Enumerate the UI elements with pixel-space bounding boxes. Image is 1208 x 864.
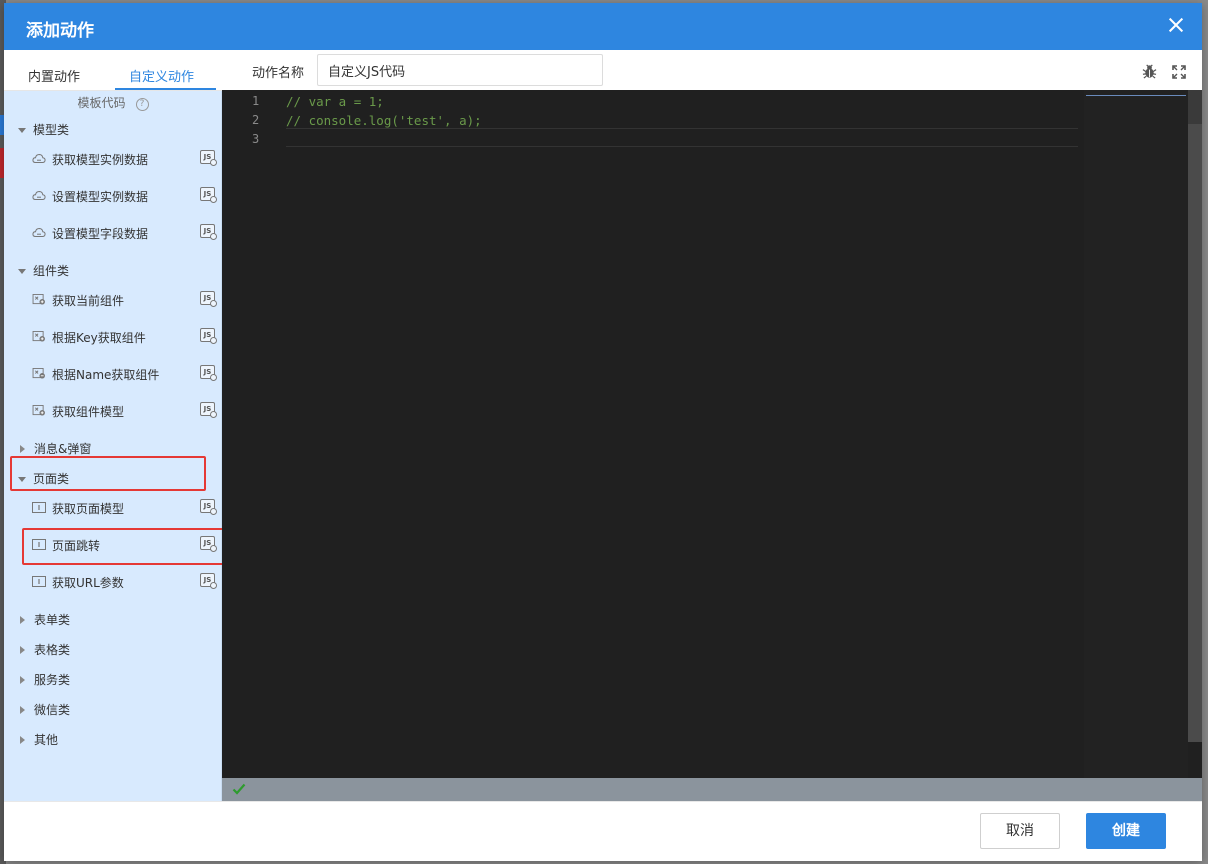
tree-item-label: 设置模型字段数据 xyxy=(52,227,149,241)
template-code-label: 模板代码 xyxy=(77,96,126,110)
category-label: 模型类 xyxy=(33,123,70,137)
action-name-bar: 动作名称 xyxy=(222,50,1202,90)
category-label: 消息&弹窗 xyxy=(34,442,92,456)
check-icon xyxy=(232,783,246,795)
tree-item-label: 获取当前组件 xyxy=(52,294,125,308)
expanded-caret-icon xyxy=(18,128,26,133)
js-template-icon[interactable]: JS xyxy=(200,328,217,344)
action-name-input[interactable] xyxy=(317,54,603,86)
category-service[interactable]: 服务类 xyxy=(18,671,70,688)
close-icon[interactable] xyxy=(1164,13,1188,37)
category-component[interactable]: 组件类 xyxy=(18,262,69,279)
component-icon xyxy=(32,368,45,379)
help-icon[interactable]: ? xyxy=(135,98,149,111)
cloud-icon xyxy=(32,153,46,163)
category-label: 其他 xyxy=(34,733,59,747)
tree-item-label: 获取模型实例数据 xyxy=(52,153,149,167)
tree-item-set-model-field[interactable]: 设置模型字段数据 JS xyxy=(30,222,220,248)
current-line-highlight xyxy=(286,128,1078,147)
component-icon xyxy=(32,405,45,416)
category-label: 表单类 xyxy=(34,613,71,627)
category-model[interactable]: 模型类 xyxy=(18,121,69,138)
collapsed-caret-icon xyxy=(20,445,25,453)
category-label: 组件类 xyxy=(33,264,70,278)
highlight-box-page-navigate xyxy=(22,528,236,565)
action-tabs: 内置动作 自定义动作 xyxy=(4,50,222,91)
tree-item-get-page-model[interactable]: 获取页面模型 JS xyxy=(30,497,220,523)
collapsed-caret-icon xyxy=(20,736,25,744)
editor-minimap[interactable] xyxy=(1084,90,1188,778)
js-template-icon[interactable]: JS xyxy=(200,402,217,418)
js-template-icon[interactable]: JS xyxy=(200,573,217,589)
category-table[interactable]: 表格类 xyxy=(18,641,70,658)
tab-custom-actions[interactable]: 自定义动作 xyxy=(129,66,194,85)
editor-status-bar xyxy=(222,778,1202,801)
add-action-dialog: 添加动作 内置动作 自定义动作 模板代码? 模型类 获取模型实例数据 JS 设置… xyxy=(4,3,1202,861)
dialog-header: 添加动作 xyxy=(4,3,1202,50)
component-icon xyxy=(32,294,45,305)
scrollbar-thumb[interactable] xyxy=(1188,124,1202,742)
code-editor[interactable]: 1 2 3 // var a = 1; // console.log('test… xyxy=(222,90,1202,778)
tab-builtin-actions[interactable]: 内置动作 xyxy=(28,66,80,85)
action-name-label: 动作名称 xyxy=(252,66,305,81)
category-other[interactable]: 其他 xyxy=(18,731,58,748)
tree-item-get-current-component[interactable]: 获取当前组件 JS xyxy=(30,289,220,315)
tree-item-get-url-params[interactable]: 获取URL参数 JS xyxy=(30,571,220,597)
category-message-popup[interactable]: 消息&弹窗 xyxy=(18,440,91,457)
js-template-icon[interactable]: JS xyxy=(200,150,217,166)
tree-item-label: 获取URL参数 xyxy=(52,576,124,590)
tree-item-set-model-instance[interactable]: 设置模型实例数据 JS xyxy=(30,185,220,211)
code-line[interactable]: // console.log('test', a); xyxy=(286,113,482,128)
template-code-header: 模板代码? xyxy=(4,94,222,111)
code-line[interactable]: // var a = 1; xyxy=(286,94,384,109)
tree-item-label: 根据Name获取组件 xyxy=(52,368,160,382)
category-wechat[interactable]: 微信类 xyxy=(18,701,70,718)
collapsed-caret-icon xyxy=(20,706,25,714)
tree-item-label: 获取组件模型 xyxy=(52,405,125,419)
page-icon xyxy=(32,502,46,513)
category-label: 服务类 xyxy=(34,673,71,687)
editor-vertical-scrollbar[interactable] xyxy=(1188,90,1202,742)
collapsed-caret-icon xyxy=(20,646,25,654)
line-number: 3 xyxy=(252,132,260,146)
js-template-icon[interactable]: JS xyxy=(200,187,217,203)
debug-bug-icon[interactable] xyxy=(1142,64,1157,79)
tree-item-get-component-by-name[interactable]: 根据Name获取组件 JS xyxy=(30,363,220,389)
minimap-viewport xyxy=(1086,90,1186,96)
cloud-icon xyxy=(32,227,46,237)
line-number-gutter: 1 2 3 xyxy=(222,90,282,778)
line-number: 1 xyxy=(252,94,260,108)
highlight-box-page-category xyxy=(10,456,206,491)
tree-item-get-model-instance[interactable]: 获取模型实例数据 JS xyxy=(30,148,220,174)
line-number: 2 xyxy=(252,113,260,127)
js-template-icon[interactable]: JS xyxy=(200,365,217,381)
expanded-caret-icon xyxy=(18,269,26,274)
page-icon xyxy=(32,576,46,587)
cloud-icon xyxy=(32,190,46,200)
active-tab-indicator xyxy=(115,88,216,90)
code-panel: 动作名称 1 2 3 // var a = 1; // console.log(… xyxy=(222,50,1202,801)
category-form[interactable]: 表单类 xyxy=(18,611,70,628)
collapsed-caret-icon xyxy=(20,616,25,624)
collapsed-caret-icon xyxy=(20,676,25,684)
tree-item-label: 根据Key获取组件 xyxy=(52,331,146,345)
js-template-icon[interactable]: JS xyxy=(200,291,217,307)
left-panel: 内置动作 自定义动作 模板代码? 模型类 获取模型实例数据 JS 设置模型实例数… xyxy=(4,50,236,801)
tree-item-get-component-by-key[interactable]: 根据Key获取组件 JS xyxy=(30,326,220,352)
category-label: 表格类 xyxy=(34,643,71,657)
category-label: 微信类 xyxy=(34,703,71,717)
js-template-icon[interactable]: JS xyxy=(200,499,217,515)
dialog-footer: 取消 创建 xyxy=(4,801,1202,861)
tree-item-label: 获取页面模型 xyxy=(52,502,125,516)
component-icon xyxy=(32,331,45,342)
dialog-title: 添加动作 xyxy=(26,21,94,41)
tree-item-get-component-model[interactable]: 获取组件模型 JS xyxy=(30,400,220,426)
create-button[interactable]: 创建 xyxy=(1086,813,1166,849)
cancel-button[interactable]: 取消 xyxy=(980,813,1060,849)
js-template-icon[interactable]: JS xyxy=(200,224,217,240)
fullscreen-icon[interactable] xyxy=(1172,65,1186,79)
tree-item-label: 设置模型实例数据 xyxy=(52,190,149,204)
